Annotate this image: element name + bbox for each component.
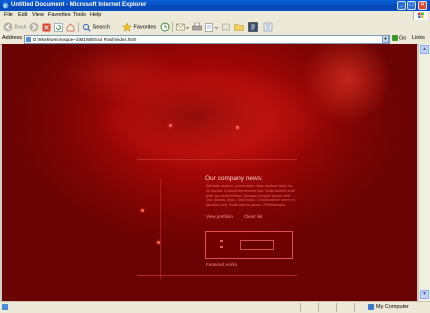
title-bar: e Untitled Document - Microsoft Internet…	[0, 0, 430, 11]
menu-help[interactable]: Help	[90, 12, 101, 18]
status-divider	[318, 303, 319, 312]
news-body: Website section, consectetur diam modest…	[206, 184, 295, 208]
divider-line	[137, 159, 297, 160]
research-button[interactable]	[263, 22, 273, 32]
stop-button[interactable]	[42, 22, 51, 32]
messenger-icon	[248, 22, 258, 32]
folder-button[interactable]	[234, 22, 244, 32]
go-button[interactable]: Go	[392, 35, 406, 41]
refresh-button[interactable]	[54, 22, 63, 32]
menu-favorites[interactable]: Favorites	[48, 12, 71, 18]
forward-arrow-icon	[29, 22, 39, 32]
status-divider	[336, 303, 337, 312]
panel-mark	[220, 240, 223, 242]
background-glow	[92, 64, 332, 174]
status-divider	[300, 303, 301, 312]
address-value: D:\Work\wmo\vsque~1\M1\Without Flash\ind…	[33, 37, 137, 42]
research-icon	[263, 22, 273, 32]
menu-edit[interactable]: Edit	[18, 12, 27, 18]
print-button[interactable]	[192, 22, 202, 32]
home-icon	[66, 23, 75, 32]
decorative-dot	[141, 209, 144, 212]
featured-panel[interactable]	[205, 231, 293, 259]
dark-face-shape	[122, 79, 272, 154]
toolbar: Back Search Favorites	[0, 20, 430, 35]
mail-button[interactable]	[176, 22, 190, 32]
scroll-down-arrow-icon[interactable]: ▼	[420, 290, 429, 299]
go-arrow-icon	[392, 35, 398, 41]
folder-icon	[234, 24, 244, 31]
discuss-button[interactable]	[222, 22, 230, 32]
maximize-button[interactable]: □	[407, 1, 416, 10]
svg-text:e: e	[4, 4, 7, 9]
status-divider	[354, 303, 355, 312]
links-button[interactable]: Links	[412, 35, 425, 41]
computer-icon	[368, 303, 374, 310]
home-button[interactable]	[66, 22, 75, 32]
search-icon	[82, 23, 91, 32]
view-portfolio-link[interactable]: View portfolio	[206, 214, 233, 219]
ie-icon: e	[2, 2, 9, 9]
vertical-scrollbar[interactable]: ▲ ▼	[418, 44, 430, 301]
minimize-button[interactable]: _	[397, 1, 406, 10]
panel-mark	[220, 246, 223, 248]
address-label: Address	[2, 35, 23, 41]
edit-icon	[205, 23, 219, 32]
security-zone: My Computer	[368, 303, 409, 312]
status-bar: My Computer	[0, 301, 430, 313]
address-input[interactable]: D:\Work\wmo\vsque~1\M1\Without Flash\ind…	[24, 35, 390, 44]
forward-button[interactable]	[29, 22, 39, 32]
menu-file[interactable]: File	[4, 12, 13, 18]
decorative-line	[160, 179, 161, 279]
star-icon	[122, 22, 132, 32]
flame-highlight	[302, 44, 392, 124]
scroll-up-arrow-icon[interactable]: ▲	[420, 45, 429, 54]
browser-window: e Untitled Document - Microsoft Internet…	[0, 0, 430, 313]
page-icon	[26, 37, 31, 42]
toolbar-separator	[172, 22, 173, 32]
favorites-button[interactable]: Favorites	[122, 22, 156, 32]
address-dropdown-button[interactable]: ▼	[382, 35, 389, 43]
back-button[interactable]: Back	[3, 22, 27, 32]
menu-view[interactable]: View	[32, 12, 44, 18]
history-icon	[160, 22, 170, 32]
panel-inner-box	[240, 240, 274, 250]
windows-logo-icon	[413, 11, 428, 20]
client-list-link[interactable]: Client list	[244, 214, 262, 219]
stop-icon	[42, 23, 51, 32]
window-title: Untitled Document - Microsoft Internet E…	[11, 2, 147, 8]
messenger-button[interactable]	[248, 22, 258, 32]
toolbar-separator	[78, 22, 79, 32]
menu-tools[interactable]: Tools	[73, 12, 86, 18]
refresh-icon	[54, 23, 63, 32]
search-button[interactable]: Search	[82, 22, 110, 32]
printer-icon	[192, 22, 202, 31]
edit-button[interactable]	[205, 22, 219, 32]
back-arrow-icon	[3, 22, 13, 32]
divider-line	[137, 275, 297, 276]
page-viewport: Our company news: Website section, conse…	[2, 44, 417, 301]
featured-works-label[interactable]: Featured works	[206, 262, 237, 267]
discuss-icon	[222, 23, 230, 31]
page-status-icon	[2, 304, 8, 310]
mail-icon	[176, 23, 190, 31]
news-title: Our company news:	[205, 175, 263, 182]
decorative-dot	[236, 126, 239, 129]
history-button[interactable]	[160, 22, 170, 32]
decorative-dot	[169, 124, 172, 127]
close-button[interactable]: ×	[418, 1, 427, 10]
background-glow	[62, 44, 182, 104]
